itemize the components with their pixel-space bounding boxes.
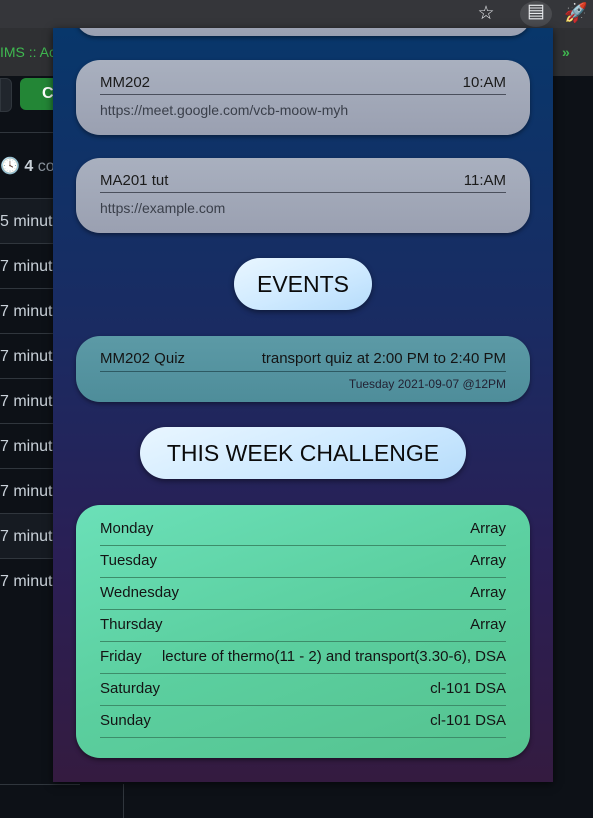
day-row: Friday lecture of thermo(11 - 2) and tra… [100,643,506,674]
day-row: Saturday cl-101 DSA [100,675,506,706]
background-commit-row[interactable]: 7 minut [0,468,53,513]
day-task: Array [470,616,506,633]
meeting-card[interactable]: MA201 tut 11:AM https://example.com [76,158,530,233]
event-card[interactable]: MM202 Quiz transport quiz at 2:00 PM to … [76,336,530,402]
day-name: Wednesday [100,584,179,601]
day-name: Friday [100,648,142,665]
meeting-time: 10:AM [462,74,506,91]
meeting-link[interactable]: https://meet.google.com/vcb-moow-myh [100,102,506,118]
day-name: Monday [100,520,154,537]
day-task: cl-101 DSA [430,680,506,697]
background-page-right [553,76,593,818]
day-name: Sunday [100,712,151,729]
reader-mode-icon[interactable]: ▤ [520,1,552,27]
background-commit-row[interactable]: 7 minut [0,423,53,468]
event-description: transport quiz at 2:00 PM to 2:40 PM [261,350,506,367]
meeting-link[interactable]: https://example.com [100,200,506,216]
day-row: Monday Array [100,515,506,546]
background-commit-row[interactable]: 7 minut [0,513,53,558]
day-row: Thursday Array [100,611,506,642]
rocket-extension-icon[interactable]: 🚀 [564,3,588,25]
background-commit-row[interactable]: 7 minut [0,243,53,288]
background-button[interactable] [0,78,12,112]
event-date: Tuesday 2021-09-07 @12PM [348,377,506,391]
clock-icon: 🕓 [0,158,20,175]
day-task: cl-101 DSA [430,712,506,729]
day-task: Array [470,552,506,569]
challenge-heading: THIS WEEK CHALLENGE [140,427,466,479]
bookmark-star-icon[interactable]: ☆ [475,3,497,25]
background-commit-row[interactable]: 7 minut [0,558,53,603]
browser-toolbar: ☆ ▤ 🚀 [0,0,593,28]
background-commit-row[interactable]: 7 minut [0,288,53,333]
day-row: Sunday cl-101 DSA [100,707,506,738]
meeting-name: MA201 tut [100,172,169,189]
background-divider-vertical [123,784,124,818]
meeting-card-previous[interactable] [76,28,530,36]
day-name: Saturday [100,680,161,697]
events-heading: EVENTS [234,258,372,310]
event-name: MM202 Quiz [100,350,186,367]
week-challenge-card: Monday Array Tuesday Array Wednesday Arr… [76,505,530,758]
meeting-card[interactable]: MM202 10:AM https://meet.google.com/vcb-… [76,60,530,135]
background-divider [0,784,80,785]
day-task: Array [470,520,506,537]
background-commit-row[interactable]: 7 minut [0,333,53,378]
commits-number: 4 [24,158,34,175]
day-name: Thursday [100,616,163,633]
background-commit-row[interactable]: 5 minut [0,198,53,243]
day-name: Tuesday [100,552,157,569]
background-commit-row[interactable]: 7 minut [0,378,53,423]
day-task: Array [470,584,506,601]
commits-count[interactable]: 🕓 4 co [0,156,55,176]
bookmarks-overflow-button[interactable]: » [562,44,570,60]
bookmark-item[interactable]: IMS :: Ac [0,44,56,60]
day-row: Wednesday Array [100,579,506,610]
meeting-time: 11:AM [463,172,506,189]
day-task: lecture of thermo(11 - 2) and transport(… [161,648,506,665]
extension-popup: MM202 10:AM https://meet.google.com/vcb-… [53,28,553,782]
day-row: Tuesday Array [100,547,506,578]
meeting-name: MM202 [100,74,151,91]
background-commit-list: 5 minut 7 minut 7 minut 7 minut 7 minut 7 min… [0,198,53,603]
